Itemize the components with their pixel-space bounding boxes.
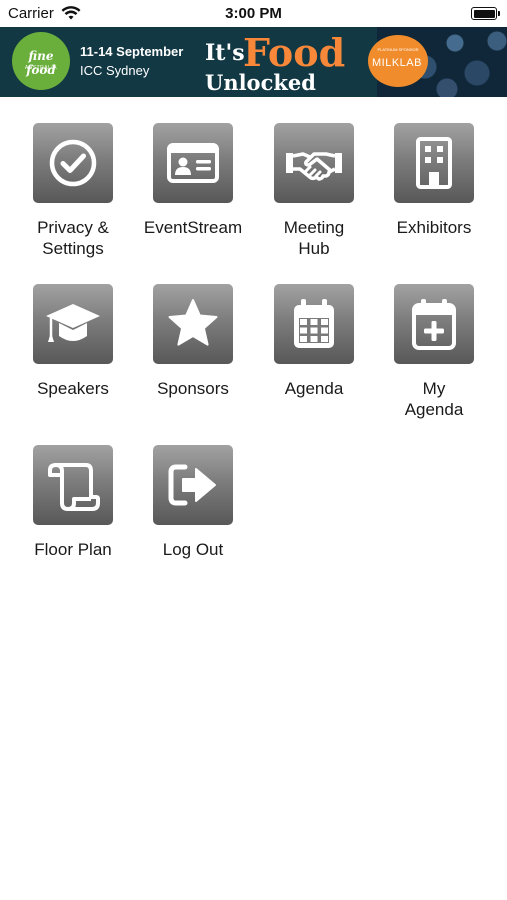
menu-floor-plan[interactable]: Floor Plan [13,445,133,595]
event-dates: 11-14 September ICC Sydney [80,42,183,80]
menu-icon-box [274,123,354,203]
menu-label: Agenda [254,378,374,399]
menu-label-line: Hub [298,239,330,258]
calendar-plus-icon [412,299,456,350]
menu-icon-box [394,123,474,203]
tagline-food: Food [243,30,346,75]
event-venue: ICC Sydney [80,63,150,78]
sign-out-icon [168,464,216,506]
id-card-icon [167,143,219,183]
menu-label-line: Settings [42,239,104,258]
handshake-icon [286,152,342,181]
menu-label-line: EventStream [143,218,243,237]
sponsor-label: PLATINUM SPONSOR [377,47,419,52]
menu-label: Speakers [13,378,133,399]
menu-label: Privacy & Settings [13,217,133,259]
scroll-icon [48,463,100,511]
menu-icon-box [274,284,354,364]
event-date-range: 11-14 September [80,44,184,59]
menu-label-line: Agenda [284,379,344,398]
menu-agenda[interactable]: Agenda [254,284,374,434]
building-icon [416,137,452,189]
tagline-unlocked: Unlocked [205,70,316,95]
menu-icon-box [153,123,233,203]
menu-my-agenda[interactable]: My Agenda [374,284,494,434]
logo-text: fine food [26,49,56,77]
menu-label: Exhibitors [374,217,494,238]
menu-label-line: Agenda [404,400,464,419]
fine-food-logo: fine food AUSTRALIA [12,32,70,90]
menu-icon-box [33,284,113,364]
menu-label: Meeting Hub [254,217,374,259]
menu-label: My Agenda [374,378,494,420]
menu-label-line: Meeting [283,218,345,237]
menu-label-line: Privacy & [37,218,109,237]
battery-icon [471,7,500,20]
menu-label-line: Sponsors [157,379,229,398]
menu-meeting-hub[interactable]: Meeting Hub [254,123,374,273]
menu-sponsors[interactable]: Sponsors [133,284,253,434]
menu-icon-box [394,284,474,364]
check-circle-icon [49,139,97,187]
menu-label-line: Log Out [162,540,224,559]
menu-speakers[interactable]: Speakers [13,284,133,434]
menu-icon-box [33,123,113,203]
calendar-icon [294,299,334,348]
menu-eventstream[interactable]: EventStream [133,123,253,273]
menu-label: Floor Plan [13,539,133,560]
menu-label-line: Exhibitors [396,218,472,237]
menu-label: EventStream [133,217,253,238]
menu-icon-box [153,445,233,525]
menu-log-out[interactable]: Log Out [133,445,253,595]
star-icon [168,299,218,346]
milklab-logo: PLATINUM SPONSOR MILKLAB [368,35,428,87]
graduation-cap-icon [46,304,100,342]
event-banner[interactable]: fine food AUSTRALIA 11-14 September ICC … [0,27,507,97]
menu-label: Log Out [133,539,253,560]
tagline-its: It's [205,40,245,66]
status-bar: Carrier 3:00 PM [0,0,507,27]
logo-subtext: AUSTRALIA [24,65,58,71]
menu-label-line: My [422,379,446,398]
menu-label: Sponsors [133,378,253,399]
clock: 3:00 PM [225,5,282,22]
menu-icon-box [153,284,233,364]
menu-exhibitors[interactable]: Exhibitors [374,123,494,273]
menu-icon-box [33,445,113,525]
menu-privacy-settings[interactable]: Privacy & Settings [13,123,133,273]
sponsor-name: MILKLAB [372,57,422,69]
menu-label-line: Speakers [37,379,109,398]
menu-label-line: Floor Plan [34,540,112,559]
